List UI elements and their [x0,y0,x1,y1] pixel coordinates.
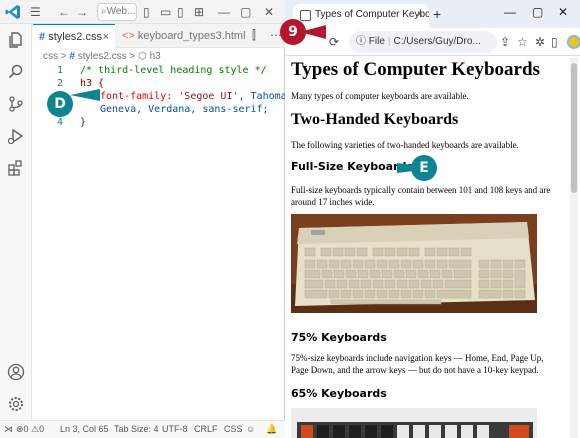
callout-e-badge: E [411,155,437,181]
callout-pointers [70,25,437,173]
callout-d-badge: D [47,91,73,117]
callout-9-badge: 9 [280,19,306,45]
callout-d-pointer [70,89,100,101]
